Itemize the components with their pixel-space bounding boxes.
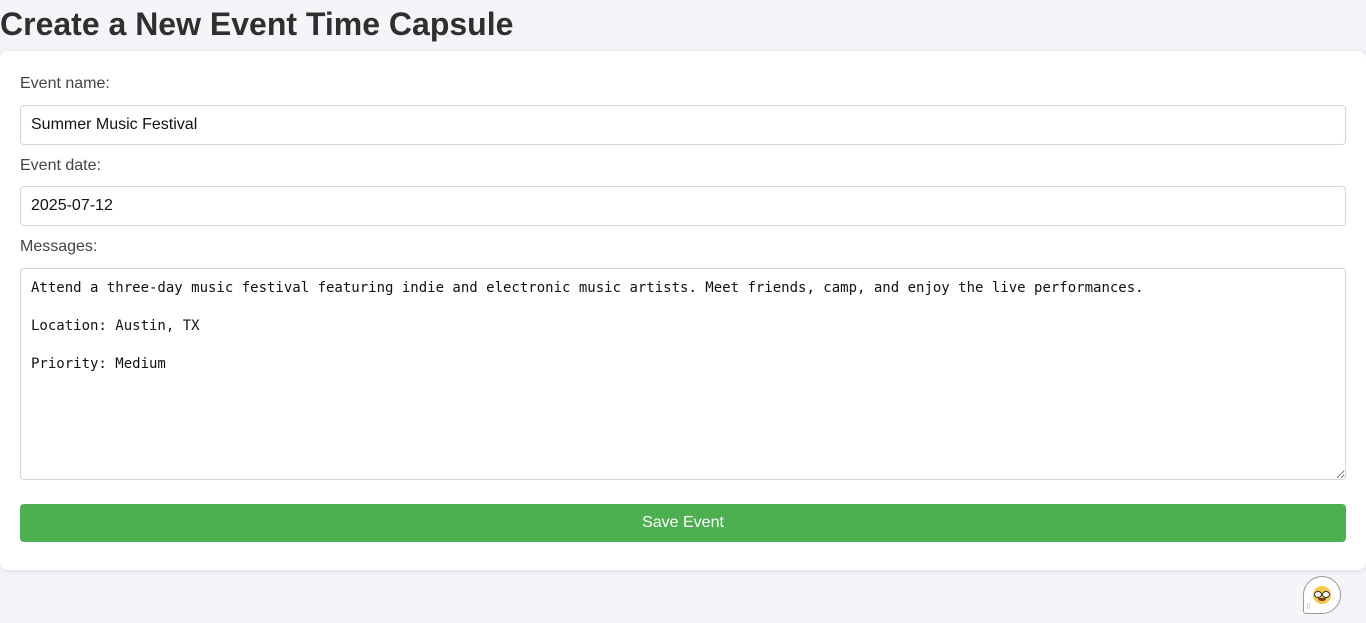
- event-name-label: Event name:: [20, 75, 110, 92]
- event-date-label: Event date:: [20, 157, 101, 174]
- page-title: Create a New Event Time Capsule: [0, 6, 514, 42]
- grip-icon: ⠿: [1306, 604, 1312, 611]
- helper-chat-button[interactable]: ⠿: [1303, 576, 1341, 614]
- messages-label: Messages:: [20, 238, 98, 255]
- event-name-input[interactable]: [20, 105, 1346, 145]
- event-date-input[interactable]: [20, 186, 1346, 226]
- nerd-face-icon: [1313, 586, 1331, 604]
- save-event-button[interactable]: Save Event: [20, 504, 1346, 542]
- messages-textarea[interactable]: Attend a three-day music festival featur…: [20, 268, 1346, 480]
- event-form-card: Event name: Event date: Messages: Attend…: [0, 51, 1366, 570]
